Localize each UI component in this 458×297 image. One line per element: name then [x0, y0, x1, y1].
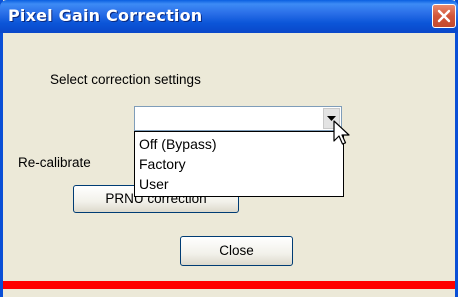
- window-bottom-edge: [3, 289, 455, 297]
- close-x-icon: [437, 9, 451, 23]
- close-button[interactable]: Close: [180, 236, 293, 266]
- select-settings-label: Select correction settings: [50, 72, 201, 87]
- dropdown-option-factory[interactable]: Factory: [139, 156, 186, 172]
- correction-options-dropdown: Off (Bypass) Factory User: [134, 131, 344, 197]
- window-title: Pixel Gain Correction: [8, 6, 203, 25]
- recalibrate-label: Re-calibrate: [18, 155, 91, 170]
- title-bar[interactable]: Pixel Gain Correction: [0, 0, 458, 33]
- status-bar-red: [3, 281, 455, 289]
- correction-settings-combo[interactable]: [134, 106, 342, 131]
- close-window-button[interactable]: [432, 4, 456, 28]
- mouse-pointer-icon: [333, 120, 350, 145]
- dropdown-option-user[interactable]: User: [139, 176, 169, 192]
- dialog-window: Pixel Gain Correction Select correction …: [0, 0, 458, 297]
- dropdown-option-off-bypass[interactable]: Off (Bypass): [139, 136, 217, 152]
- close-button-label: Close: [219, 243, 254, 258]
